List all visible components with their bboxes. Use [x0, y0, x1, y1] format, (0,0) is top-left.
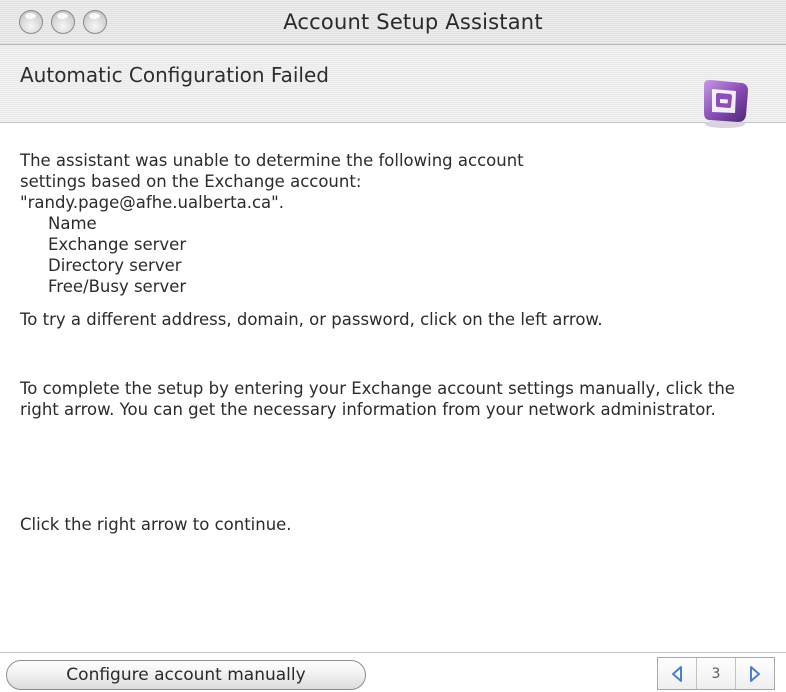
- intro-line-2: settings based on the Exchange account:: [20, 172, 362, 191]
- window-title: Account Setup Assistant: [283, 10, 543, 34]
- list-item: Exchange server: [48, 235, 187, 254]
- account-email: "randy.page@afhe.ualberta.ca".: [20, 193, 284, 212]
- page-navigator: 3: [657, 657, 775, 690]
- step-header: Automatic Configuration Failed: [0, 45, 786, 128]
- title-bar[interactable]: Account Setup Assistant: [0, 0, 786, 45]
- next-page-button[interactable]: [736, 658, 774, 689]
- intro-message: The assistant was unable to determine th…: [20, 150, 710, 213]
- continue-instructions: Click the right arrow to continue.: [20, 515, 292, 534]
- footer-divider: [0, 652, 786, 653]
- intro-line-1: The assistant was unable to determine th…: [20, 151, 524, 170]
- retry-instructions: To try a different address, domain, or p…: [20, 310, 603, 329]
- step-title: Automatic Configuration Failed: [20, 63, 329, 87]
- entourage-app-icon: [704, 79, 748, 128]
- previous-page-button[interactable]: [658, 658, 697, 689]
- configure-manually-button[interactable]: Configure account manually: [6, 660, 366, 690]
- missing-settings-list: Name Exchange server Directory server Fr…: [20, 213, 760, 297]
- manual-instructions: To complete the setup by entering your E…: [20, 379, 735, 419]
- right-arrow-icon: [750, 665, 760, 682]
- list-item: Free/Busy server: [48, 277, 187, 296]
- list-item: Name: [48, 214, 97, 233]
- left-arrow-icon: [672, 665, 682, 682]
- account-setup-window: Account Setup Assistant Automatic Config…: [0, 0, 786, 692]
- list-item: Directory server: [48, 256, 182, 275]
- message-body: The assistant was unable to determine th…: [20, 150, 760, 535]
- page-number: 3: [697, 658, 736, 689]
